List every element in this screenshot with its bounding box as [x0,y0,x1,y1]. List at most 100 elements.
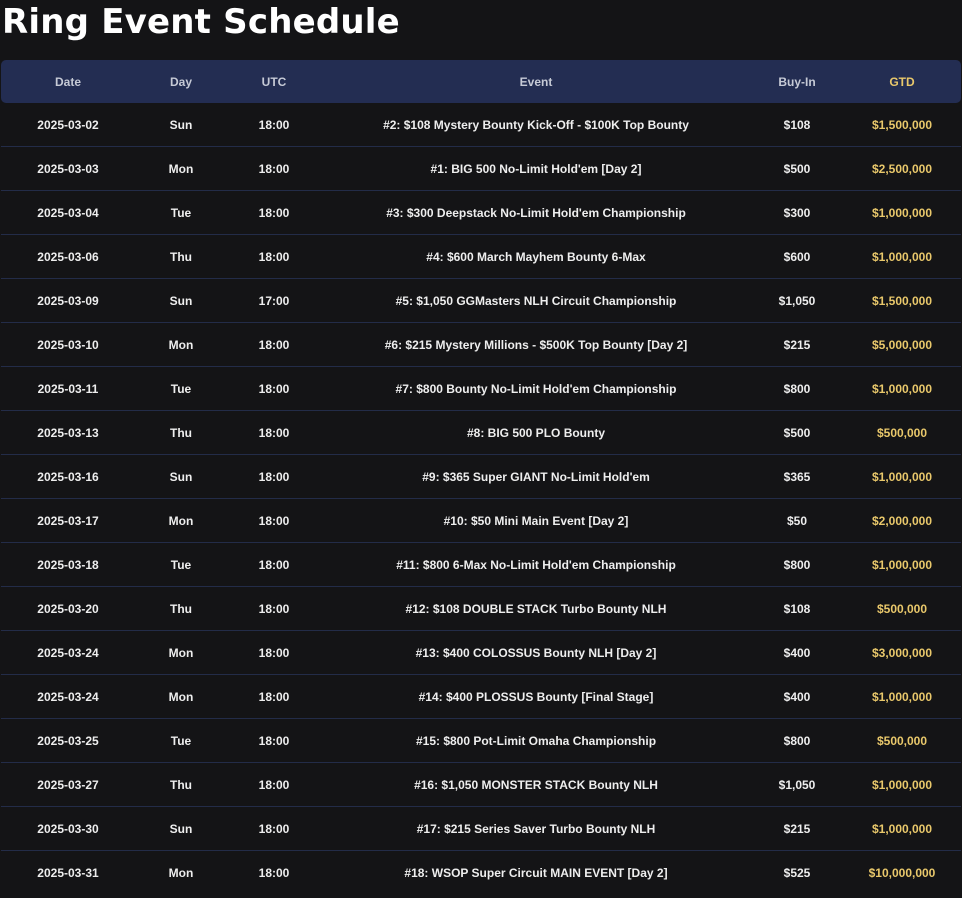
cell-date: 2025-03-02 [37,117,99,132]
cell-day: Thu [170,425,192,440]
cell-event: #6: $215 Mystery Millions - $500K Top Bo… [384,337,688,352]
cell-buyin: $400 [783,645,811,660]
cell-day: Mon [168,865,194,880]
cell-buyin: $215 [783,337,811,352]
cell-buyin: $600 [783,249,811,264]
table-row[interactable]: 2025-03-25 Tue 18:00 #15: $800 Pot-Limit… [1,719,961,763]
cell-gtd: $1,000,000 [871,821,933,836]
header-date[interactable]: Date [1,75,135,89]
cell-buyin: $50 [786,513,808,528]
cell-utc: 18:00 [258,865,290,880]
cell-gtd: $1,500,000 [871,293,933,308]
cell-event: #10: $50 Mini Main Event [Day 2] [443,513,629,528]
cell-date: 2025-03-10 [37,337,99,352]
cell-buyin: $215 [783,821,811,836]
cell-gtd: $5,000,000 [871,337,933,352]
header-day[interactable]: Day [135,75,227,89]
cell-date: 2025-03-06 [37,249,99,264]
table-row[interactable]: 2025-03-27 Thu 18:00 #16: $1,050 MONSTER… [1,763,961,807]
table-row[interactable]: 2025-03-04 Tue 18:00 #3: $300 Deepstack … [1,191,961,235]
cell-day: Sun [169,821,193,836]
cell-buyin: $108 [783,117,811,132]
table-row[interactable]: 2025-03-30 Sun 18:00 #17: $215 Series Sa… [1,807,961,851]
table-row[interactable]: 2025-03-11 Tue 18:00 #7: $800 Bounty No-… [1,367,961,411]
header-event[interactable]: Event [321,75,751,89]
cell-utc: 18:00 [258,117,290,132]
cell-buyin: $400 [783,689,811,704]
cell-event: #8: BIG 500 PLO Bounty [466,425,606,440]
cell-day: Mon [168,689,194,704]
table-row[interactable]: 2025-03-18 Tue 18:00 #11: $800 6-Max No-… [1,543,961,587]
cell-gtd: $1,000,000 [871,557,933,572]
page-title: Ring Event Schedule [2,2,400,42]
table-row[interactable]: 2025-03-20 Thu 18:00 #12: $108 DOUBLE ST… [1,587,961,631]
cell-buyin: $800 [783,557,811,572]
table-row[interactable]: 2025-03-03 Mon 18:00 #1: BIG 500 No-Limi… [1,147,961,191]
cell-event: #16: $1,050 MONSTER STACK Bounty NLH [414,777,658,792]
cell-buyin: $500 [783,425,811,440]
cell-buyin: $365 [783,469,811,484]
table-row[interactable]: 2025-03-16 Sun 18:00 #9: $365 Super GIAN… [1,455,961,499]
cell-utc: 18:00 [258,689,290,704]
cell-utc: 18:00 [258,777,290,792]
cell-day: Sun [169,117,193,132]
cell-utc: 18:00 [258,821,290,836]
cell-date: 2025-03-30 [37,821,99,836]
cell-buyin: $800 [783,381,811,396]
cell-buyin: $1,050 [778,293,816,308]
cell-event: #15: $800 Pot-Limit Omaha Championship [415,733,657,748]
cell-day: Tue [170,205,192,220]
cell-day: Thu [170,249,192,264]
cell-day: Tue [170,733,192,748]
cell-utc: 18:00 [258,513,290,528]
table-row[interactable]: 2025-03-17 Mon 18:00 #10: $50 Mini Main … [1,499,961,543]
cell-date: 2025-03-04 [37,205,99,220]
cell-buyin: $800 [783,733,811,748]
cell-utc: 18:00 [258,601,290,616]
cell-gtd: $1,000,000 [871,381,933,396]
cell-gtd: $1,000,000 [871,469,933,484]
cell-day: Tue [170,381,192,396]
cell-date: 2025-03-11 [37,381,99,396]
cell-gtd: $3,000,000 [871,645,933,660]
event-schedule-table: Date Day UTC Event Buy-In GTD 2025-03-02… [1,60,961,894]
cell-event: #13: $400 COLOSSUS Bounty NLH [Day 2] [415,645,657,660]
cell-date: 2025-03-16 [37,469,99,484]
cell-event: #17: $215 Series Saver Turbo Bounty NLH [416,821,656,836]
cell-event: #14: $400 PLOSSUS Bounty [Final Stage] [418,689,654,704]
table-row[interactable]: 2025-03-06 Thu 18:00 #4: $600 March Mayh… [1,235,961,279]
cell-day: Tue [170,557,192,572]
cell-date: 2025-03-13 [37,425,99,440]
table-row[interactable]: 2025-03-24 Mon 18:00 #14: $400 PLOSSUS B… [1,675,961,719]
cell-gtd: $500,000 [876,733,928,748]
header-gtd[interactable]: GTD [843,75,961,89]
cell-event: #12: $108 DOUBLE STACK Turbo Bounty NLH [405,601,667,616]
table-row[interactable]: 2025-03-13 Thu 18:00 #8: BIG 500 PLO Bou… [1,411,961,455]
cell-day: Mon [168,513,194,528]
cell-gtd: $500,000 [876,425,928,440]
cell-day: Mon [168,337,194,352]
cell-date: 2025-03-17 [37,513,99,528]
cell-date: 2025-03-20 [37,601,99,616]
table-row[interactable]: 2025-03-31 Mon 18:00 #18: WSOP Super Cir… [1,851,961,894]
cell-event: #9: $365 Super GIANT No-Limit Hold'em [422,469,650,484]
cell-buyin: $108 [783,601,811,616]
header-utc[interactable]: UTC [227,75,321,89]
cell-utc: 18:00 [258,557,290,572]
table-row[interactable]: 2025-03-10 Mon 18:00 #6: $215 Mystery Mi… [1,323,961,367]
cell-utc: 18:00 [258,645,290,660]
table-row[interactable]: 2025-03-24 Mon 18:00 #13: $400 COLOSSUS … [1,631,961,675]
cell-gtd: $1,000,000 [871,689,933,704]
cell-event: #2: $108 Mystery Bounty Kick-Off - $100K… [383,117,689,132]
cell-event: #5: $1,050 GGMasters NLH Circuit Champio… [395,293,677,308]
header-buyin[interactable]: Buy-In [751,75,843,89]
cell-date: 2025-03-18 [37,557,99,572]
cell-event: #1: BIG 500 No-Limit Hold'em [Day 2] [430,161,642,176]
table-row[interactable]: 2025-03-02 Sun 18:00 #2: $108 Mystery Bo… [1,103,961,147]
cell-date: 2025-03-27 [37,777,99,792]
cell-date: 2025-03-24 [37,645,99,660]
cell-gtd: $1,000,000 [871,777,933,792]
cell-utc: 17:00 [258,293,290,308]
table-row[interactable]: 2025-03-09 Sun 17:00 #5: $1,050 GGMaster… [1,279,961,323]
table-body: 2025-03-02 Sun 18:00 #2: $108 Mystery Bo… [1,103,961,894]
